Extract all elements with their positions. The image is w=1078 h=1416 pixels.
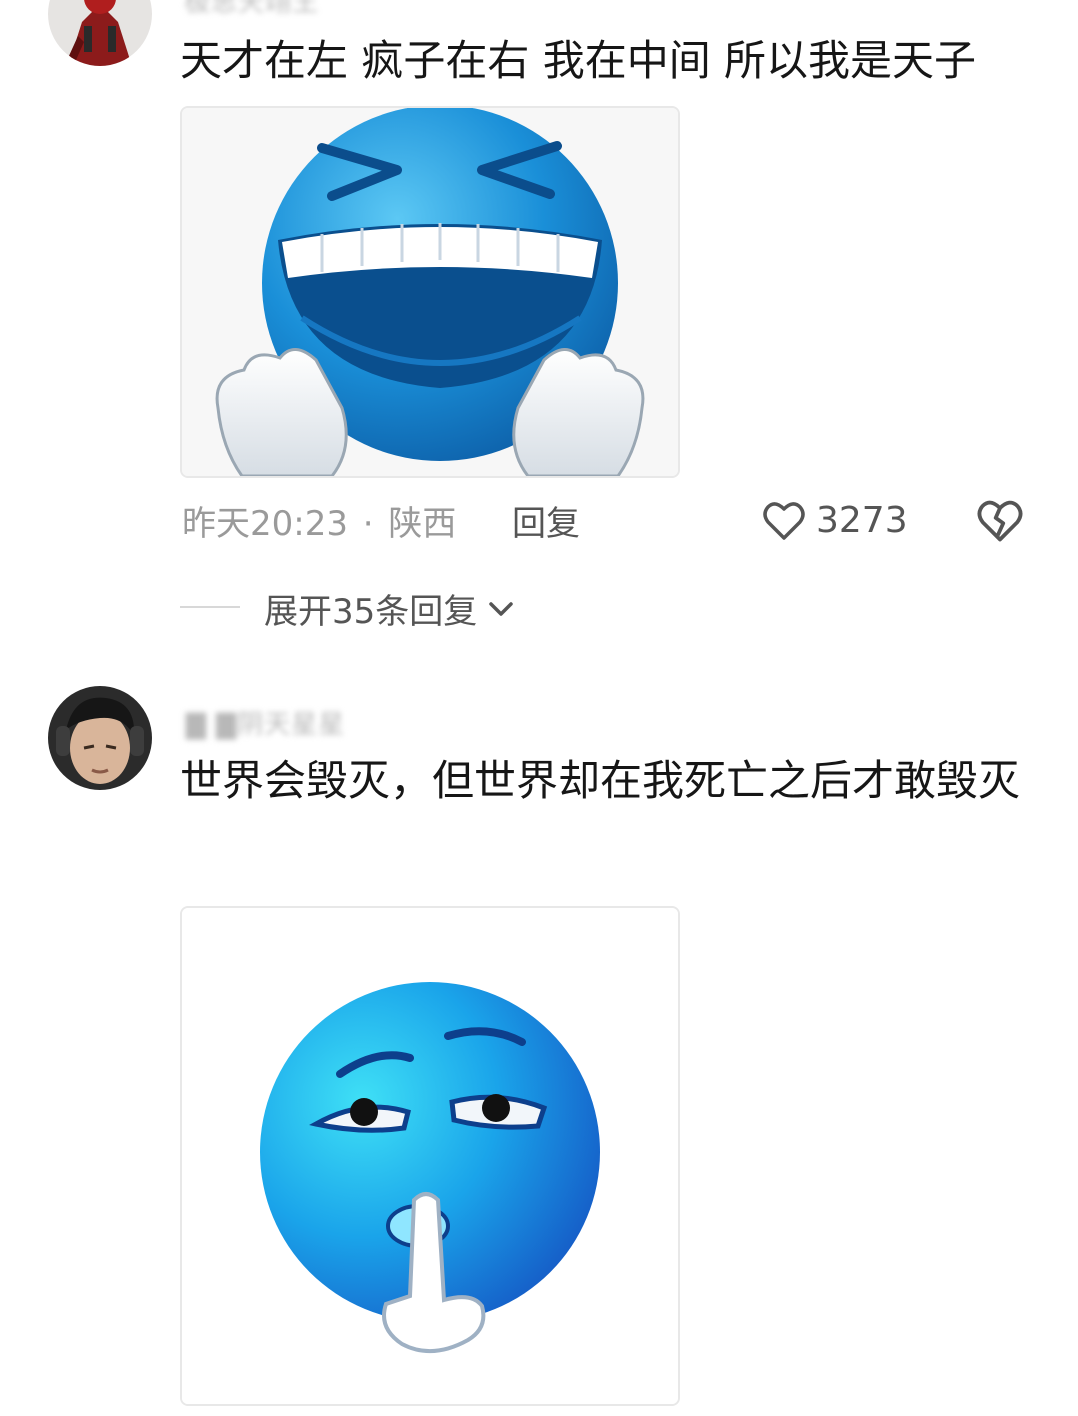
like-button[interactable]: 3273 — [760, 494, 908, 546]
expand-divider — [180, 606, 240, 608]
comment-time: 昨天20:23 — [182, 504, 348, 544]
comment-text: 天才在左 疯子在右 我在中间 所以我是天子 — [180, 36, 977, 85]
username[interactable]: 极思天翊王 — [184, 0, 319, 19]
like-count: 3273 — [816, 499, 908, 541]
comment-image-laughing-emoji[interactable] — [180, 106, 680, 478]
username[interactable]: ▇ ▇阴天星星 — [186, 704, 345, 741]
dislike-button[interactable] — [974, 494, 1026, 546]
avatar[interactable] — [48, 686, 152, 790]
avatar[interactable] — [48, 0, 152, 66]
expand-replies-button[interactable]: 展开35条回复 — [264, 584, 517, 633]
comment-location: 陕西 — [388, 504, 457, 544]
meta-separator: · — [362, 504, 374, 544]
comment-meta: 昨天20:23 · 陕西 — [182, 496, 456, 545]
comment-image-shushing-emoji[interactable] — [180, 906, 680, 1406]
comment-text: 世界会毁灭，但世界却在我死亡之后才敢毁灭 — [180, 756, 1021, 805]
broken-heart-icon — [974, 500, 1026, 550]
chevron-down-icon — [485, 593, 517, 625]
heart-icon — [760, 496, 808, 544]
reply-button[interactable]: 回复 — [512, 496, 580, 545]
expand-replies-label: 展开35条回复 — [264, 592, 478, 632]
